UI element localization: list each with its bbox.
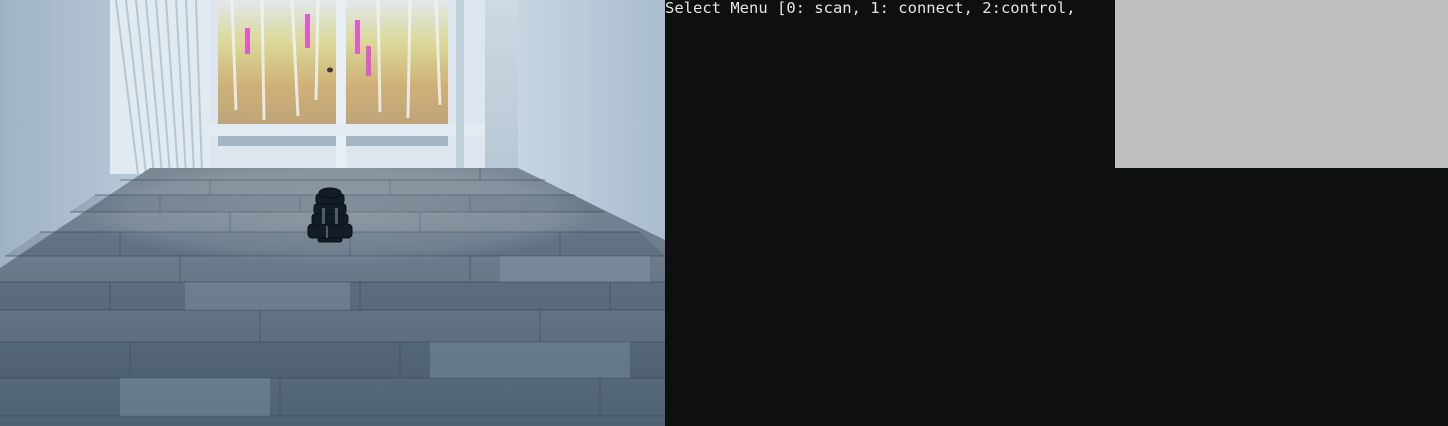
terminal-prompt-line: Select Menu [0: scan, 1: connect, 2:cont… — [665, 0, 1076, 17]
simulation-viewport[interactable] — [0, 0, 665, 426]
blank-window[interactable] — [1115, 0, 1448, 168]
desktop: Select Menu [0: scan, 1: connect, 2:cont… — [0, 0, 1448, 426]
simulation-scene — [0, 0, 665, 426]
